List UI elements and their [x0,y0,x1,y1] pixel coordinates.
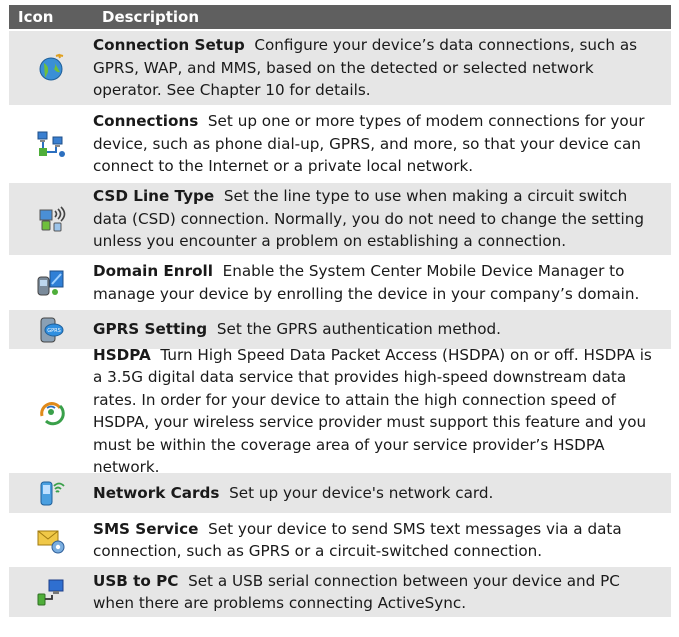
row-description: Domain Enroll Enable the System Center M… [93,260,671,305]
settings-icon-table: Icon Description Connection Setup Config… [9,5,671,617]
row-description: SMS Service Set your device to send SMS … [93,518,671,563]
table-row-hsdpa: HSDPA Turn High Speed Data Packet Access… [9,346,671,476]
domain-enroll-icon [37,270,64,295]
row-title: Connection Setup [93,36,245,55]
row-text: Set up your device's network card. [229,483,494,502]
row-title: SMS Service [93,519,199,538]
phone-signal-icon [39,206,66,232]
network-computers-icon [37,131,65,157]
row-description: Connection Setup Configure your device’s… [93,34,671,102]
row-title: Network Cards [93,483,220,502]
svg-text:GPRS: GPRS [47,328,61,334]
usb-pc-icon [37,579,64,606]
row-text: Turn High Speed Data Packet Access (HSDP… [93,345,652,477]
row-description: GPRS Setting Set the GPRS authentication… [93,318,671,341]
table-row-csd-line-type: CSD Line Type Set the line type to use w… [9,181,671,255]
header-icon-column: Icon [18,7,54,26]
row-description: Network Cards Set up your device's netwo… [93,482,671,505]
row-title: USB to PC [93,571,179,590]
globe-signal-icon [39,53,64,81]
row-description: HSDPA Turn High Speed Data Packet Access… [93,344,671,479]
gprs-phone-icon: GPRS [40,317,64,342]
row-description: Connections Set up one or more types of … [93,110,671,178]
row-title: Connections [93,112,199,131]
row-text: Set the GPRS authentication method. [216,320,502,339]
header-description-column: Description [102,7,200,26]
row-title: CSD Line Type [93,187,215,206]
row-title: GPRS Setting [93,320,208,339]
network-card-icon [40,481,65,506]
table-row-connection-setup: Connection Setup Configure your device’s… [9,29,671,105]
hsdpa-signal-icon [40,402,65,426]
table-row-usb-to-pc: USB to PC Set a USB serial connection be… [9,565,671,617]
row-title: Domain Enroll [93,262,213,280]
table-row-connections: Connections Set up one or more types of … [9,105,671,181]
row-description: USB to PC Set a USB serial connection be… [93,570,671,615]
table-row-sms-service: SMS Service Set your device to send SMS … [9,513,671,565]
table-header: Icon Description [9,5,671,29]
table-row-domain-enroll: Domain Enroll Enable the System Center M… [9,255,671,308]
row-title: HSDPA [93,345,151,364]
row-description: CSD Line Type Set the line type to use w… [93,185,671,253]
sms-envelope-gear-icon [37,530,65,554]
